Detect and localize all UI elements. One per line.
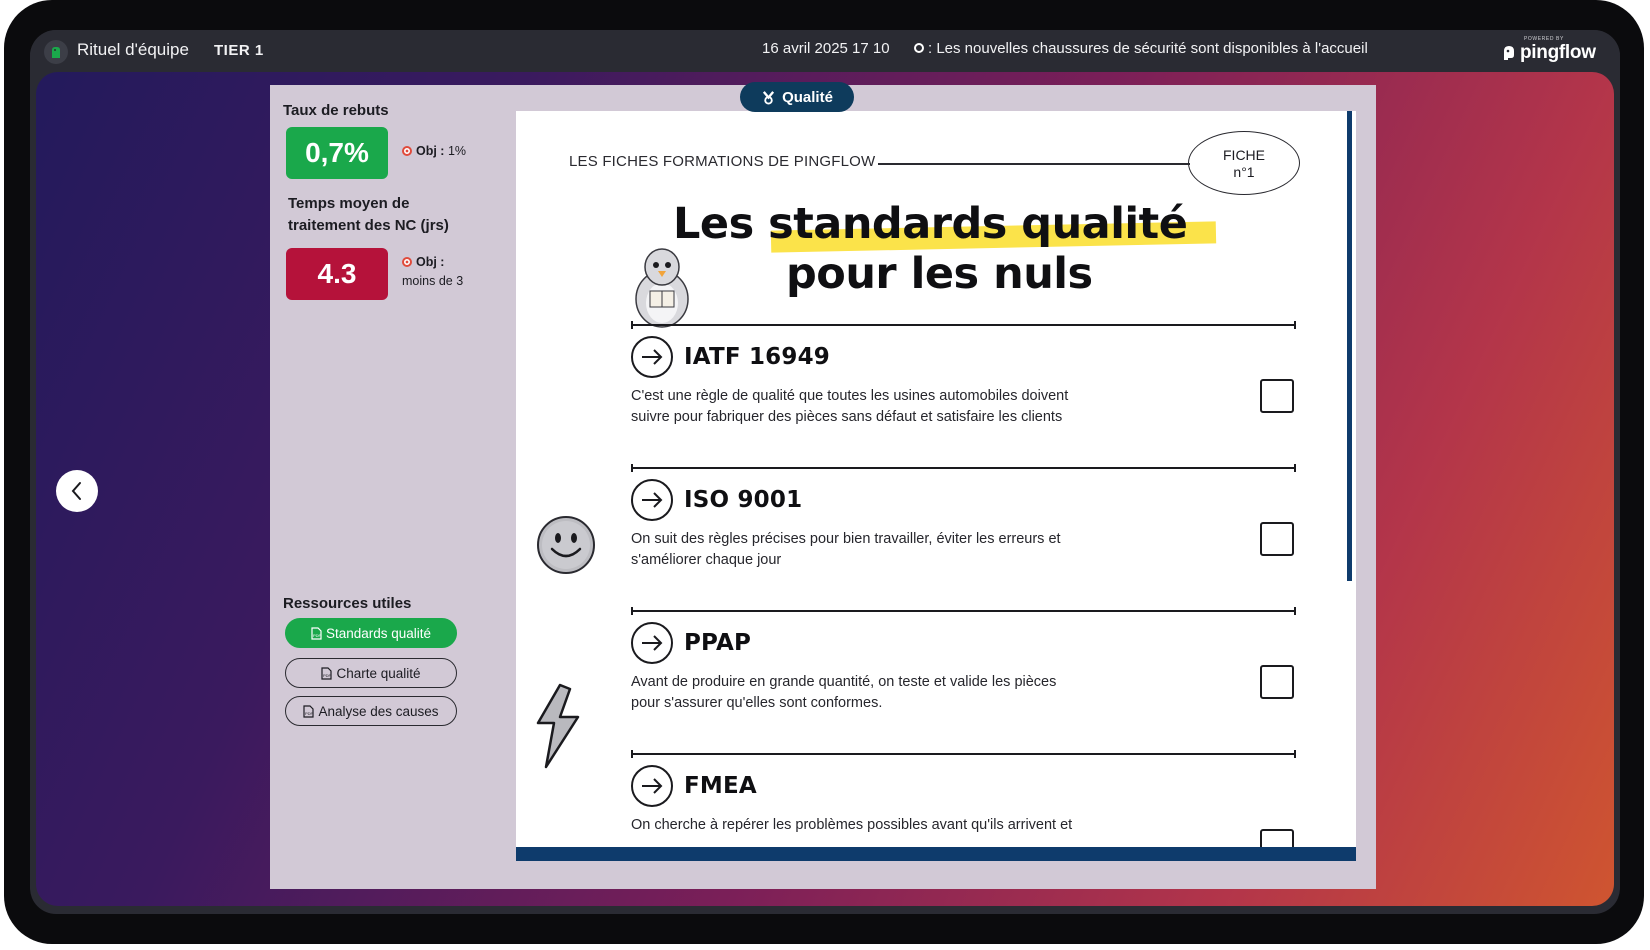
checkbox-ppap[interactable]	[1260, 665, 1294, 699]
resources-title: Ressources utiles	[283, 595, 412, 612]
resource-analyse-causes-button[interactable]: PDF Analyse des causes	[285, 696, 457, 726]
document-viewer[interactable]: LES FICHES FORMATIONS DE PINGFLOW FICHE …	[516, 111, 1356, 861]
document-scrollbar[interactable]	[1347, 111, 1352, 581]
pdf-icon: PDF	[321, 666, 333, 680]
kpi-nc-time-objective: Obj : moins de 3	[402, 255, 464, 288]
standard-description: C'est une règle de qualité que toutes le…	[631, 388, 1069, 425]
kpi-scrap-rate-label: Taux de rebuts	[283, 102, 389, 119]
pdf-icon: PDF	[303, 704, 315, 718]
pdf-icon: PDF	[311, 626, 322, 640]
standard-name: PPAP	[684, 630, 752, 656]
svg-text:PDF: PDF	[323, 673, 332, 678]
pingflow-logo-icon	[1504, 46, 1514, 60]
target-icon	[402, 146, 412, 156]
series-divider	[878, 163, 1190, 165]
kpi-scrap-rate-objective: Obj : 1%	[402, 142, 466, 161]
main-stage: Qualité Taux de rebuts 0,7% Obj : 1% Tem…	[36, 72, 1614, 906]
document-series-label: LES FICHES FORMATIONS DE PINGFLOW	[569, 153, 876, 170]
standard-name: IATF 16949	[684, 344, 830, 370]
standard-description: On cherche à repérer les problèmes possi…	[631, 817, 1073, 833]
svg-text:PDF: PDF	[305, 711, 314, 716]
document-bottom-bar	[516, 847, 1356, 861]
previous-button[interactable]	[56, 470, 98, 512]
qualite-tab-icon	[762, 90, 775, 105]
section-divider	[631, 464, 1296, 472]
brand-name: pingflow	[1520, 42, 1596, 63]
document-title-line1: Les standards qualité	[673, 199, 1188, 249]
document-title-line2: pour les nuls	[786, 249, 1093, 299]
chevron-left-icon	[71, 482, 81, 500]
standard-name: ISO 9001	[684, 487, 803, 513]
standard-name: FMEA	[684, 773, 757, 799]
lightning-icon	[536, 683, 580, 769]
mascot-illustration	[635, 248, 689, 328]
standard-description: On suit des règles précises pour bien tr…	[631, 531, 1061, 568]
top-bar: Rituel d'équipe TIER 1 16 avril 2025 17 …	[30, 30, 1620, 72]
tab-qualite[interactable]: Qualité	[740, 82, 854, 112]
screen: Rituel d'équipe TIER 1 16 avril 2025 17 …	[30, 30, 1620, 914]
arrow-right-icon	[631, 622, 673, 664]
section-divider	[631, 750, 1296, 758]
device-frame: Rituel d'équipe TIER 1 16 avril 2025 17 …	[4, 0, 1644, 944]
tier-label: TIER 1	[214, 42, 264, 59]
arrow-right-icon	[631, 479, 673, 521]
arrow-right-icon	[631, 336, 673, 378]
section-divider	[631, 607, 1296, 615]
tab-qualite-label: Qualité	[782, 88, 833, 106]
fiche-badge: FICHE n°1	[1188, 131, 1300, 195]
checkbox-iatf[interactable]	[1260, 379, 1294, 413]
ticker-bullet-icon	[914, 43, 924, 53]
kpi-nc-time-label: Temps moyen de traitement des NC (jrs)	[288, 195, 449, 234]
resource-standards-qualite-button[interactable]: PDF Standards qualité	[285, 618, 457, 648]
svg-text:PDF: PDF	[313, 633, 322, 638]
standard-description: Avant de produire en grande quantité, on…	[631, 674, 1057, 711]
section-divider	[631, 321, 1296, 329]
app-title: Rituel d'équipe	[77, 40, 189, 59]
datetime: 16 avril 2025 17 10	[762, 40, 890, 57]
quality-card: Taux de rebuts 0,7% Obj : 1% Temps moyen…	[270, 85, 1376, 889]
smiley-icon	[537, 516, 595, 574]
kpi-nc-time-value: 4.3	[286, 248, 388, 300]
news-ticker: : Les nouvelles chaussures de sécurité s…	[928, 40, 1368, 57]
resource-charte-qualite-button[interactable]: PDF Charte qualité	[285, 658, 457, 688]
app-logo-icon[interactable]	[44, 40, 68, 64]
kpi-scrap-rate-value: 0,7%	[286, 127, 388, 179]
pingflow-brand: POWERED BY pingflow	[1502, 36, 1598, 66]
arrow-right-icon	[631, 765, 673, 807]
target-icon	[402, 257, 412, 267]
checkbox-iso[interactable]	[1260, 522, 1294, 556]
